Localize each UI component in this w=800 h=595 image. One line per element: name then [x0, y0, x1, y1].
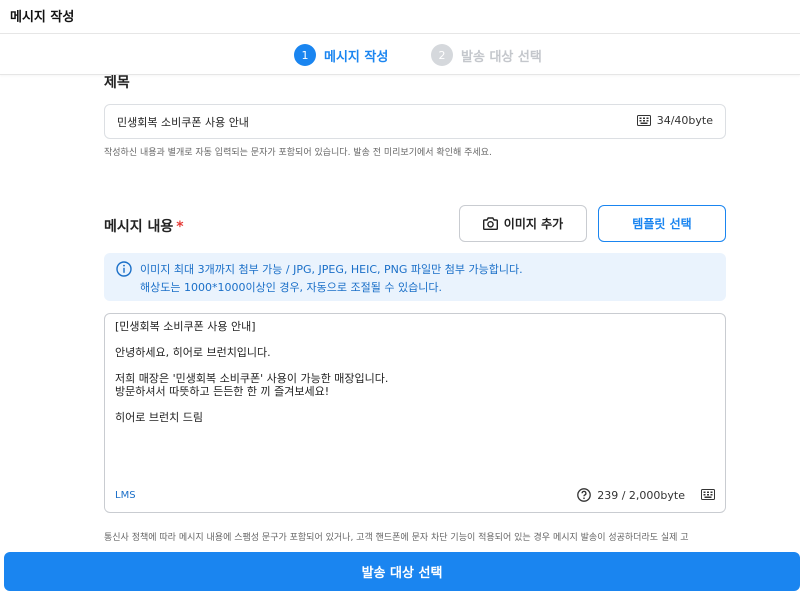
title-helper-text: 작성하신 내용과 별개로 자동 입력되는 문자가 포함되어 있습니다. 발송 전… — [104, 148, 492, 158]
message-byte-count: 239 / 2,000byte — [597, 488, 685, 502]
step-compose[interactable]: 1 메시지 작성 — [294, 44, 388, 66]
help-icon[interactable] — [577, 488, 592, 502]
step-select-recipients[interactable]: 2 발송 대상 선택 — [431, 44, 542, 66]
stepper: 1 메시지 작성 2 발송 대상 선택 — [0, 34, 800, 75]
message-byte-counter: 239 / 2,000byte — [577, 488, 685, 502]
required-mark: * — [176, 219, 184, 235]
page-title: 메시지 작성 — [10, 10, 75, 25]
step-label: 메시지 작성 — [324, 49, 389, 65]
title-input[interactable]: 민생회복 소비쿠폰 사용 안내 34/40byte — [104, 104, 726, 139]
select-recipients-button[interactable]: 발송 대상 선택 — [4, 552, 800, 591]
keyboard-icon[interactable] — [701, 489, 715, 500]
add-image-label: 이미지 추가 — [503, 217, 564, 231]
title-byte-count: 34/40byte — [656, 114, 713, 127]
spam-policy-notice: 통신사 정책에 따라 메시지 내용에 스팸성 문구가 포함되어 있거나, 고객 … — [104, 533, 689, 543]
image-info-box: 이미지 최대 3개까지 첨부 가능 / JPG, JPEG, HEIC, PNG… — [104, 253, 726, 301]
step-number: 2 — [431, 44, 453, 66]
message-body-text[interactable]: [민생회복 소비쿠폰 사용 안내] 안녕하세요, 히어로 브런치입니다. 저희 … — [115, 320, 715, 480]
info-line: 해상도는 1000*1000이상인 경우, 자동으로 조절될 수 있습니다. — [140, 281, 442, 294]
title-section-label: 제목 — [104, 75, 130, 91]
top-bar: 메시지 작성 — [0, 0, 800, 34]
keyboard-icon[interactable] — [636, 115, 651, 126]
title-byte-counter: 34/40byte — [636, 114, 713, 127]
message-label-text: 메시지 내용 — [104, 219, 174, 235]
camera-icon — [482, 217, 498, 230]
info-icon — [116, 261, 132, 277]
add-image-button[interactable]: 이미지 추가 — [459, 205, 587, 242]
title-input-value: 민생회복 소비쿠폰 사용 안내 — [117, 116, 249, 129]
info-line: 이미지 최대 3개까지 첨부 가능 / JPG, JPEG, HEIC, PNG… — [140, 263, 523, 276]
message-type-badge: LMS — [115, 490, 136, 501]
message-section-label: 메시지 내용 * — [104, 216, 184, 236]
step-number: 1 — [294, 44, 316, 66]
message-textarea[interactable]: [민생회복 소비쿠폰 사용 안내] 안녕하세요, 히어로 브런치입니다. 저희 … — [104, 313, 726, 513]
step-label: 발송 대상 선택 — [461, 49, 542, 65]
select-template-button[interactable]: 템플릿 선택 — [598, 205, 726, 242]
